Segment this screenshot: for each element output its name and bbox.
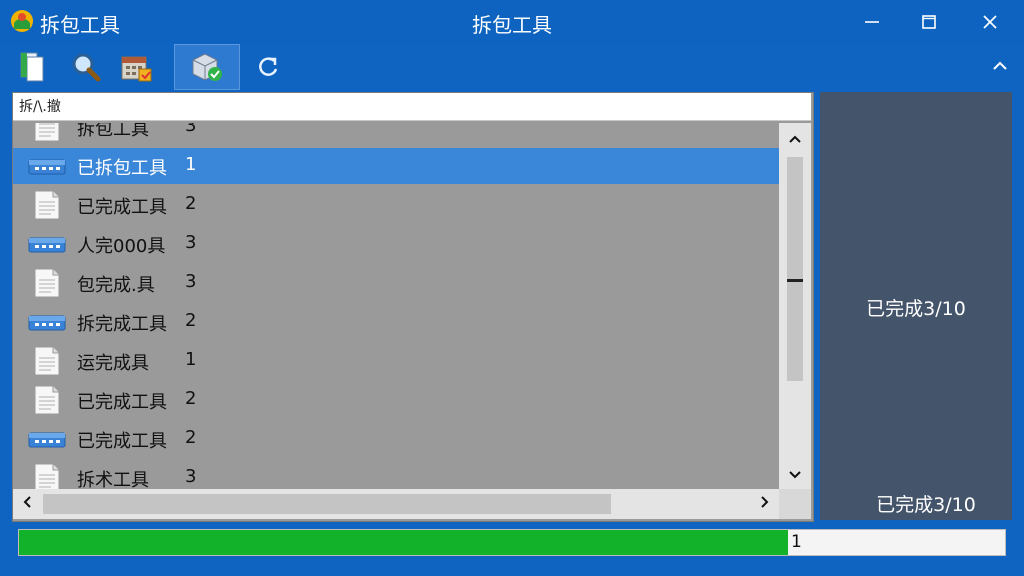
list-item-count: 3 [185,232,197,253]
list-item[interactable]: 人完000具 3 [13,226,779,262]
list-item[interactable]: 拆术工具 3 [13,460,779,489]
unpack-button[interactable] [174,44,240,90]
document-icon [27,268,67,298]
list-item-count: 3 [185,271,197,292]
file-list: 拆包工具 3 已拆包工具 1 已完成工具 2 人完000具 3 包完成.具 3 拆完成工具 2 运完成具… [13,123,779,489]
scroll-left-icon[interactable] [19,494,35,514]
list-item[interactable]: 已完成工具 2 [13,187,779,223]
list-item-name: 拆包工具 [77,123,149,140]
list-header: 拆/\.撤 [13,93,811,121]
maximize-button[interactable] [909,8,949,36]
package-icon [27,229,67,259]
scrollbar-corner [779,489,811,519]
document-icon [27,346,67,376]
status-footer-text: 已完成3/10 [876,494,976,516]
chevron-up-icon [993,61,1007,70]
package-check-icon [192,53,222,81]
progress-bar: 1 [18,529,1006,556]
package-icon [27,424,67,454]
search-button[interactable] [64,46,108,88]
list-item-name: 已完成工具 [77,392,167,413]
title-bar: 拆包工具 拆包工具 [0,0,1024,44]
status-panel: 已完成3/10 已完成3/10 [820,92,1012,520]
list-item[interactable]: 拆包工具 3 [13,123,779,145]
refresh-icon [259,57,278,76]
document-icon [27,190,67,220]
toolbar [0,44,1024,92]
vertical-scroll-thumb[interactable] [787,157,803,381]
package-icon [27,307,67,337]
horizontal-scrollbar[interactable] [13,489,779,519]
minimize-button[interactable] [852,8,892,36]
scroll-grip [787,279,803,282]
list-item-count: 2 [185,388,197,409]
progress-label: 1 [791,532,802,552]
schedule-button[interactable] [114,46,158,88]
calendar-package-icon [121,56,152,82]
collapse-ribbon-button[interactable] [992,58,1008,77]
list-item-count: 1 [185,349,197,370]
status-text: 已完成3/10 [866,298,966,320]
list-item[interactable]: 运完成具 1 [13,343,779,379]
copy-button[interactable] [10,46,54,88]
list-item[interactable]: 已完成工具 2 [13,382,779,418]
minimize-icon [865,21,879,23]
list-item-name: 已完成工具 [77,197,167,218]
list-item[interactable]: 已拆包工具 1 [13,148,779,184]
list-item[interactable]: 包完成.具 3 [13,265,779,301]
maximize-icon [922,15,936,29]
list-item-name: 运完成具 [77,353,149,374]
list-item[interactable]: 已完成工具 2 [13,421,779,457]
package-icon [27,151,67,181]
list-item-count: 3 [185,466,197,487]
search-icon [72,53,101,82]
list-item-count: 2 [185,310,197,331]
progress-fill [19,530,789,555]
list-item-name: 已拆包工具 [77,158,167,179]
list-item-name: 人完000具 [77,236,166,257]
list-item-name: 包完成.具 [77,275,155,296]
list-item-count: 3 [185,123,197,136]
horizontal-scroll-thumb[interactable] [43,494,611,514]
scroll-up-icon[interactable] [787,131,803,147]
file-list-panel: 拆/\.撤 拆包工具 3 已拆包工具 1 已完成工具 2 人完000具 3 包完成.具 3 拆完成工… [12,92,814,522]
document-icon [27,123,67,142]
list-item-count: 1 [185,154,197,175]
list-item[interactable]: 拆完成工具 2 [13,304,779,340]
refresh-button[interactable] [246,46,290,88]
close-button[interactable] [970,8,1010,36]
document-icon [27,463,67,489]
close-icon [983,15,997,29]
copy-icon [20,52,44,82]
scroll-right-icon[interactable] [757,494,773,514]
list-item-count: 2 [185,193,197,214]
list-item-name: 拆术工具 [77,470,149,489]
list-item-name: 已完成工具 [77,431,167,452]
list-item-count: 2 [185,427,197,448]
vertical-scrollbar[interactable] [779,123,811,489]
list-item-name: 拆完成工具 [77,314,167,335]
document-icon [27,385,67,415]
scroll-down-icon[interactable] [787,467,803,483]
